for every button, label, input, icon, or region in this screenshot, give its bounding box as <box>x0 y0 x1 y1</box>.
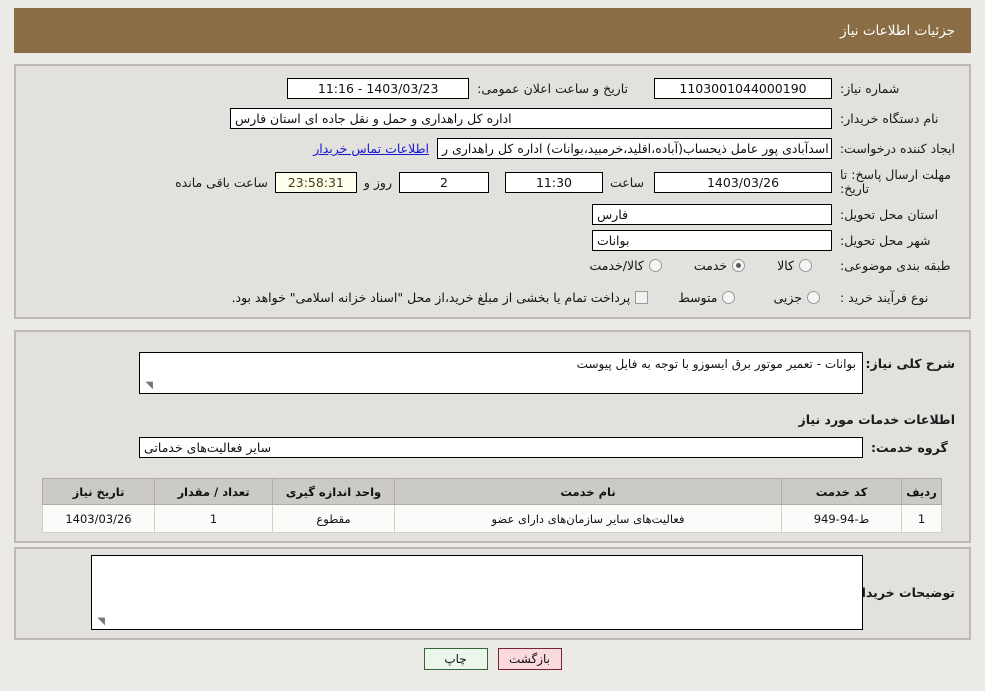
radio-kala-icon[interactable] <box>799 259 812 272</box>
category-option-khedmat[interactable]: خدمت <box>693 258 746 273</box>
province-label: استان محل تحویل: <box>840 207 939 222</box>
creator-label: ایجاد کننده درخواست: <box>839 141 955 156</box>
category-option-kala-khedmat[interactable]: کالا/خدمت <box>589 258 662 273</box>
cell-radif: 1 <box>901 504 942 533</box>
row-province: استان محل تحویل: فارس <box>592 204 955 225</box>
row-buyer-org: نام دستگاه خریدار: اداره کل راهداری و حم… <box>230 108 955 129</box>
announce-label: تاریخ و ساعت اعلان عمومی: <box>477 81 628 96</box>
radio-khedmat-icon[interactable] <box>732 259 746 272</box>
service-group-label: گروه خدمت: <box>871 440 948 455</box>
buyer-contact-link[interactable]: اطلاعات تماس خریدار <box>313 141 429 156</box>
need-desc-value: بوانات - تعمیر موتور برق ایسوزو با توجه … <box>576 357 856 371</box>
buyer-org-label: نام دستگاه خریدار: <box>840 111 939 126</box>
page-header: جزئیات اطلاعات نیاز <box>14 8 971 53</box>
table-row[interactable]: 1 ط-94-949 فعالیت‌های سایر سازمان‌های دا… <box>42 504 942 533</box>
deadline-days-value: 2 <box>398 171 489 193</box>
category-option-kala-label: کالا <box>777 258 794 273</box>
category-option-kala-khedmat-label: کالا/خدمت <box>589 258 644 273</box>
row-creator: ایجاد کننده درخواست: مرضیه اسدآبادی پور … <box>313 138 955 159</box>
row-buyer-notes: توضیحات خریدار: ◥ <box>91 555 955 630</box>
need-number-label: شماره نیاز: <box>840 81 900 96</box>
process-label: نوع فرآیند خرید : <box>840 290 929 305</box>
cell-service-name: فعالیت‌های سایر سازمان‌های دارای عضو <box>394 504 782 533</box>
buyer-org-value: اداره کل راهداری و حمل و نقل جاده ای است… <box>230 108 832 129</box>
category-label: طبقه بندی موضوعی: <box>840 258 951 273</box>
need-number-value: 1103001044000190 <box>654 78 832 99</box>
resize-grip-icon[interactable]: ◥ <box>143 381 153 391</box>
radio-kala-khedmat-icon[interactable] <box>648 259 662 272</box>
need-desc-textarea[interactable]: بوانات - تعمیر موتور برق ایسوزو با توجه … <box>139 352 863 394</box>
category-option-kala[interactable]: کالا <box>777 258 812 273</box>
row-need-number: شماره نیاز: 1103001044000190 تاریخ و ساع… <box>287 78 955 99</box>
services-table-wrapper: ردیف کد خدمت نام خدمت واحد اندازه گیری ت… <box>42 478 942 533</box>
deadline-remaining-label: ساعت باقی مانده <box>175 174 268 190</box>
creator-value: مرضیه اسدآبادی پور عامل ذیحساب(آباده،اقل… <box>437 138 832 159</box>
action-button-bar: بازگشت چاپ <box>0 648 985 670</box>
process-option-motavaset[interactable]: متوسط <box>678 290 736 305</box>
services-section-title: اطلاعات خدمات مورد نیاز <box>798 412 956 427</box>
process-option-motavaset-label: متوسط <box>678 290 718 305</box>
notes-resize-grip-icon[interactable]: ◥ <box>95 617 105 627</box>
col-radif: ردیف <box>901 478 942 505</box>
cell-unit: مقطوع <box>272 504 395 533</box>
radio-motavaset-icon[interactable] <box>722 291 736 304</box>
category-option-khedmat-label: خدمت <box>693 258 728 273</box>
print-button[interactable]: چاپ <box>423 648 488 670</box>
deadline-label: مهلت ارسال پاسخ: تا تاریخ: <box>840 167 951 196</box>
col-service-code: کد خدمت <box>781 478 902 505</box>
row-deadline: مهلت ارسال پاسخ: تا تاریخ: 1403/03/26 سا… <box>175 168 955 196</box>
col-unit: واحد اندازه گیری <box>272 478 395 505</box>
deadline-days-unit: روز و <box>363 174 392 190</box>
table-header-row: ردیف کد خدمت نام خدمت واحد اندازه گیری ت… <box>42 478 942 505</box>
back-button[interactable]: بازگشت <box>497 648 562 670</box>
process-option-jozii[interactable]: جزیی <box>773 290 820 305</box>
cell-service-code: ط-94-949 <box>781 504 902 533</box>
services-table: ردیف کد خدمت نام خدمت واحد اندازه گیری ت… <box>42 478 942 533</box>
deadline-hour-label: ساعت <box>609 174 644 190</box>
page-title: جزئیات اطلاعات نیاز <box>840 22 955 39</box>
deadline-date-value: 1403/03/26 <box>654 171 832 193</box>
deadline-countdown: 23:58:31 <box>274 171 357 193</box>
deadline-hour-value: 11:30 <box>504 171 603 193</box>
treasury-bond-checkbox-icon[interactable] <box>635 291 649 304</box>
services-section-title-row: اطلاعات خدمات مورد نیاز <box>799 412 956 427</box>
row-need-description: شرح کلی نیاز: بوانات - تعمیر موتور برق ا… <box>139 352 955 394</box>
cell-quantity: 1 <box>154 504 273 533</box>
need-desc-label: شرح کلی نیاز: <box>865 356 955 371</box>
process-option-jozii-label: جزیی <box>773 290 802 305</box>
city-value: بوانات <box>592 230 832 251</box>
city-label: شهر محل تحویل: <box>840 233 931 248</box>
row-process-type: نوع فرآیند خرید : جزیی متوسط پرداخت تمام… <box>232 290 955 305</box>
row-city: شهر محل تحویل: بوانات <box>592 230 955 251</box>
radio-jozii-icon[interactable] <box>807 291 820 304</box>
announce-value: 1403/03/23 - 11:16 <box>287 78 470 99</box>
treasury-bond-checkbox-label: پرداخت تمام یا بخشی از مبلغ خرید،از محل … <box>231 290 631 305</box>
col-service-name: نام خدمت <box>394 478 782 505</box>
cell-need-date: 1403/03/26 <box>42 504 155 533</box>
province-value: فارس <box>592 204 832 225</box>
treasury-bond-checkbox-group[interactable]: پرداخت تمام یا بخشی از مبلغ خرید،از محل … <box>232 290 649 305</box>
buyer-notes-label: توضیحات خریدار: <box>849 585 955 600</box>
buyer-notes-textarea[interactable]: ◥ <box>91 555 863 630</box>
service-group-value: سایر فعالیت‌های خدماتی <box>139 437 863 458</box>
col-quantity: تعداد / مقدار <box>154 478 273 505</box>
row-service-group: گروه خدمت: سایر فعالیت‌های خدماتی <box>139 437 955 458</box>
col-need-date: تاریخ نیاز <box>42 478 155 505</box>
row-category: طبقه بندی موضوعی: کالا خدمت کالا/خدمت <box>589 258 955 273</box>
